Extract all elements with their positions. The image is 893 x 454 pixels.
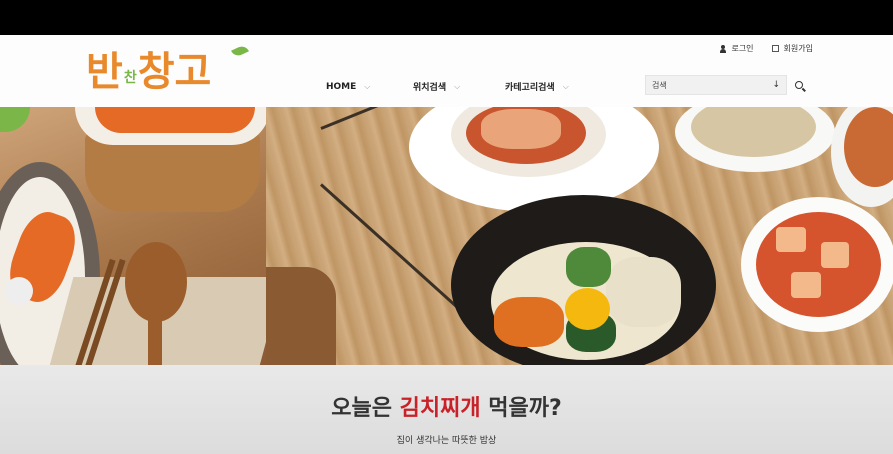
nav-location-label: 위치검색: [413, 83, 447, 93]
leaf-icon: [230, 43, 249, 59]
site-logo[interactable]: 반 찬 창고: [86, 42, 249, 95]
search-input[interactable]: 검색 ↓: [645, 75, 787, 95]
logo-char-chan: 찬: [123, 70, 137, 86]
hero-image-right: [266, 107, 893, 365]
hero-image-left: [0, 107, 266, 365]
nav-home-label: HOME: [326, 81, 357, 92]
chevron-down-icon: ⌵: [562, 81, 569, 91]
search-button[interactable]: [787, 75, 811, 95]
hero-tagline: 오늘은 김치찌개 먹을까? 집이 생각나는 따뜻한 밥상: [0, 365, 893, 454]
headline-highlight: 김치찌개: [399, 396, 481, 421]
nav-category-search[interactable]: 카테고리검색 ⌵: [505, 80, 569, 94]
search-icon: [795, 81, 803, 89]
signup-link[interactable]: 회원가입: [771, 43, 813, 54]
hero-banner: [0, 107, 893, 365]
logo-char-changgo: 창고: [138, 43, 249, 94]
top-black-bar: [0, 0, 893, 35]
login-link[interactable]: 로그인: [720, 43, 754, 54]
logo-char-ban: 반: [86, 49, 123, 95]
search-bar: 검색 ↓: [645, 75, 813, 95]
main-nav: HOME ⌵ 위치검색 ⌵ 카테고리검색 ⌵: [326, 80, 569, 94]
hero-subtitle: 집이 생각나는 따뜻한 밥상: [396, 436, 497, 446]
arrow-down-icon[interactable]: ↓: [772, 80, 780, 90]
nav-location-search[interactable]: 위치검색 ⌵: [413, 80, 505, 94]
signup-label: 회원가입: [783, 44, 813, 53]
login-label: 로그인: [731, 44, 754, 53]
site-header: 반 찬 창고 로그인 회원가입 HOME ⌵ 위치검색 ⌵ 카테고리검색 ⌵ 검…: [0, 35, 893, 107]
nav-home[interactable]: HOME ⌵: [326, 80, 413, 93]
edit-icon: [771, 45, 779, 52]
account-links: 로그인 회원가입: [720, 43, 813, 54]
nav-category-label: 카테고리검색: [505, 83, 555, 93]
chevron-down-icon: ⌵: [454, 81, 461, 91]
search-placeholder: 검색: [652, 80, 667, 90]
hero-headline: 오늘은 김치찌개 먹을까?: [331, 396, 562, 421]
chevron-down-icon: ⌵: [364, 81, 371, 91]
user-icon: [720, 44, 727, 53]
